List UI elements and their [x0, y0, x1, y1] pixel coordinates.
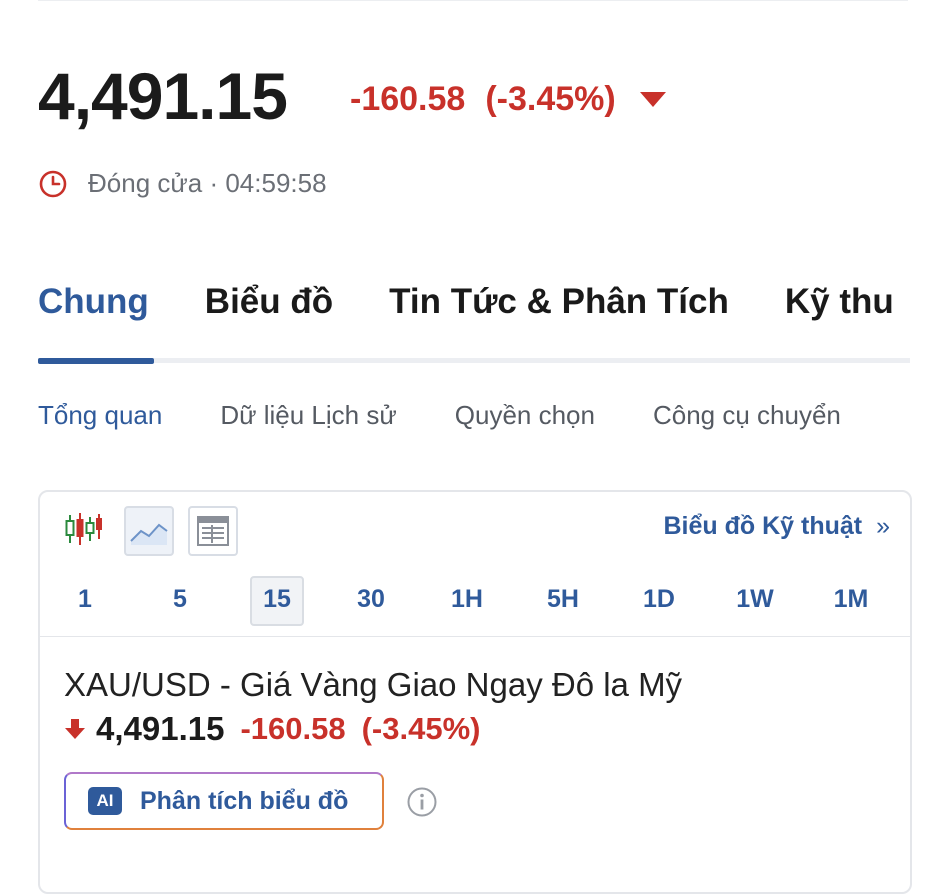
instrument-quote: 4,491.15 -160.58 (-3.45%): [64, 710, 496, 748]
instrument-change: -160.58: [240, 711, 346, 746]
technical-chart-label: Biểu đồ Kỹ thuật: [663, 512, 863, 540]
interval-1w[interactable]: 1W: [730, 576, 780, 622]
card-divider: [40, 636, 910, 637]
ai-chart-analysis-button[interactable]: AI Phân tích biểu đồ: [64, 772, 384, 830]
last-price: 4,491.15: [38, 59, 288, 133]
active-tab-indicator: [38, 358, 154, 364]
tabs-rail: [38, 358, 910, 363]
top-divider: [38, 0, 908, 1]
clock-icon: [39, 170, 67, 197]
instrument-name: XAU/USD - Giá Vàng Giao Ngay Đô la Mỹ: [64, 666, 683, 703]
sub-tabs: Tổng quan Dữ liệu Lịch sử Quyền chọn Côn…: [38, 400, 910, 431]
interval-1d[interactable]: 1D: [634, 576, 684, 622]
caret-down-icon: [639, 92, 666, 107]
interval-selector: 1 5 15 30 1H 5H 1D 1W 1M: [40, 576, 910, 626]
interval-5h[interactable]: 5H: [538, 576, 588, 622]
candlestick-icon[interactable]: [60, 506, 106, 552]
tab-news-analysis[interactable]: Tin Tức & Phân Tích: [389, 282, 729, 326]
instrument-price: 4,491.15: [96, 710, 225, 747]
subtab-historical-data[interactable]: Dữ liệu Lịch sử: [220, 400, 396, 431]
subtab-overview[interactable]: Tổng quan: [38, 400, 162, 431]
interval-1m[interactable]: 1M: [826, 576, 876, 622]
interval-30[interactable]: 30: [346, 576, 396, 622]
change-value: -160.58: [350, 80, 466, 118]
subtab-converter[interactable]: Công cụ chuyển: [653, 400, 841, 431]
market-status: Đóng cửa · 04:59:58: [38, 168, 327, 199]
tab-general[interactable]: Chung: [38, 282, 149, 326]
tab-chart[interactable]: Biểu đồ: [205, 282, 333, 326]
line-chart-icon[interactable]: [124, 506, 174, 556]
subtab-options[interactable]: Quyền chọn: [455, 400, 595, 431]
status-text: Đóng cửa · 04:59:58: [88, 168, 327, 198]
table-icon[interactable]: [188, 506, 238, 556]
main-tabs: Chung Biểu đồ Tin Tức & Phân Tích Kỹ thu: [38, 282, 910, 326]
ai-badge-icon: AI: [88, 787, 122, 815]
change-percent: (-3.45%): [485, 80, 616, 118]
technical-chart-link[interactable]: Biểu đồ Kỹ thuật »: [663, 512, 890, 541]
double-chevron-right-icon: »: [876, 512, 890, 540]
info-icon[interactable]: [406, 786, 438, 818]
interval-15[interactable]: 15: [250, 576, 304, 626]
interval-1[interactable]: 1: [60, 576, 110, 622]
interval-1h[interactable]: 1H: [442, 576, 492, 622]
arrow-down-icon: [65, 719, 85, 739]
instrument-change-percent: (-3.45%): [361, 711, 481, 746]
tab-technical[interactable]: Kỹ thu: [785, 282, 894, 326]
ai-button-label: Phân tích biểu đồ: [140, 786, 349, 815]
price-change: -160.58 (-3.45%): [350, 80, 666, 119]
chart-card: Biểu đồ Kỹ thuật » 1 5 15 30 1H 5H 1D 1W…: [38, 490, 912, 894]
interval-5[interactable]: 5: [155, 576, 205, 622]
